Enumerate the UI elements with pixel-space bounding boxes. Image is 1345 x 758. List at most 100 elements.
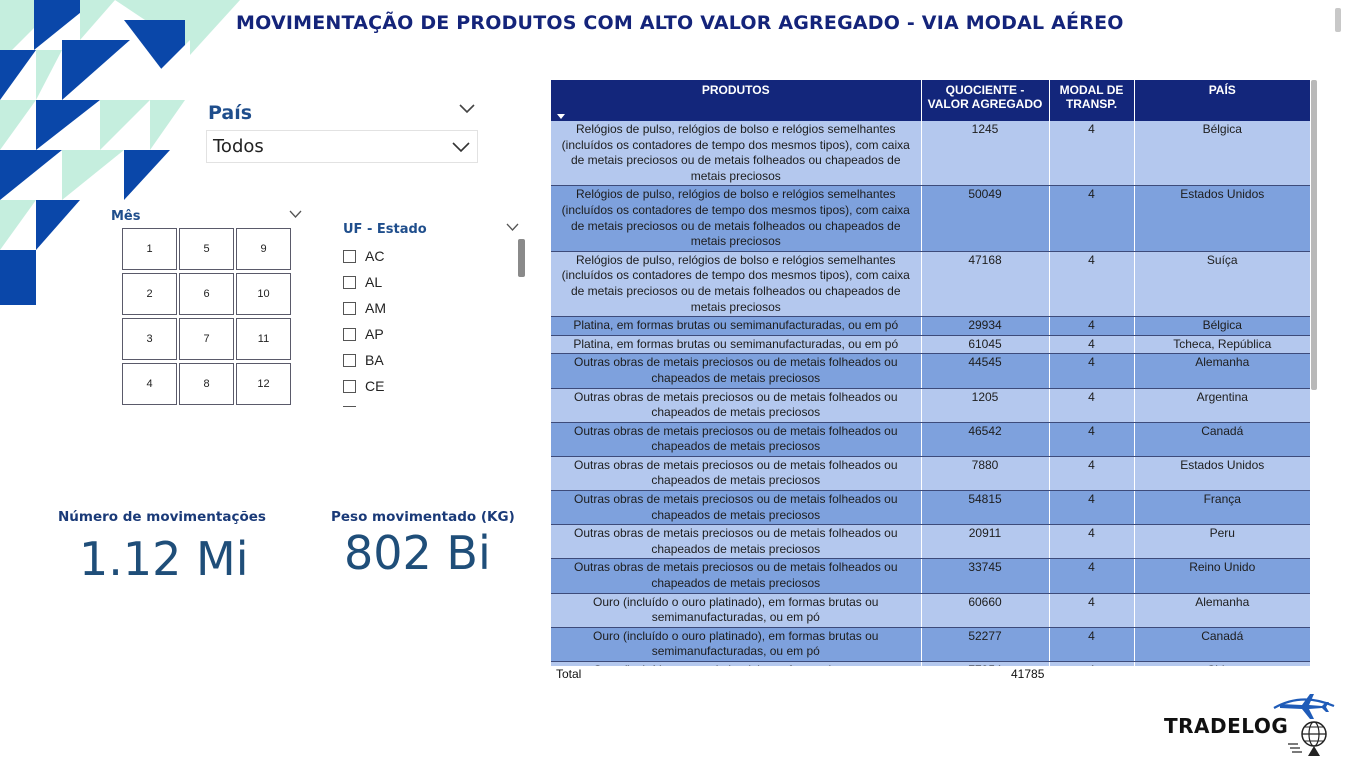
table-row[interactable]: Outras obras de metais preciosos ou de m…: [551, 388, 1310, 423]
table-row[interactable]: Ouro (incluído o ouro platinado), em for…: [551, 627, 1310, 663]
table-row[interactable]: Relógios de pulso, relógios de bolso e r…: [551, 121, 1310, 187]
cell-modal: 4: [1049, 316, 1135, 336]
cell-quociente: 7880: [921, 456, 1050, 492]
uf-option[interactable]: AL: [343, 269, 513, 295]
checkbox[interactable]: [343, 379, 356, 393]
uf-option[interactable]: DF: [343, 399, 513, 407]
uf-option[interactable]: AP: [343, 321, 513, 347]
page-scrollbar[interactable]: [1335, 8, 1341, 32]
table-scrollbar[interactable]: [1311, 80, 1317, 390]
sort-desc-icon[interactable]: [557, 114, 565, 119]
cell-quociente: 44545: [921, 353, 1050, 389]
mes-filter-label: Mês: [111, 209, 141, 224]
chevron-down-icon[interactable]: [289, 209, 302, 219]
cell-quociente: 47168: [921, 251, 1050, 318]
checkbox[interactable]: [343, 275, 356, 289]
mes-button[interactable]: 3: [122, 318, 177, 360]
uf-option[interactable]: AC: [343, 243, 513, 269]
table-row[interactable]: Outras obras de metais preciosos ou de m…: [551, 558, 1310, 594]
cell-pais: Canadá: [1134, 627, 1310, 663]
table-row[interactable]: Outras obras de metais preciosos ou de m…: [551, 353, 1310, 389]
table-row[interactable]: Ouro (incluído o ouro platinado), em for…: [551, 593, 1310, 628]
pais-dropdown[interactable]: Todos: [206, 130, 478, 163]
cell-quociente: 60660: [921, 593, 1050, 628]
table-row[interactable]: Ouro (incluído o ouro platinado), em for…: [551, 661, 1310, 666]
cell-produto: Platina, em formas brutas ou semimanufac…: [551, 335, 922, 355]
mes-button[interactable]: 4: [122, 363, 177, 405]
cell-pais: Bélgica: [1134, 121, 1310, 187]
mes-button[interactable]: 8: [179, 363, 234, 405]
table-total-value: 41785: [1011, 667, 1045, 681]
mes-button[interactable]: 7: [179, 318, 234, 360]
cell-pais: Estados Unidos: [1134, 185, 1310, 252]
table-row[interactable]: Outras obras de metais preciosos ou de m…: [551, 456, 1310, 492]
cell-quociente: 50049: [921, 185, 1050, 252]
table-row[interactable]: Relógios de pulso, relógios de bolso e r…: [551, 185, 1310, 252]
cell-quociente: 54815: [921, 490, 1050, 526]
checkbox[interactable]: [343, 327, 356, 341]
mes-button[interactable]: 12: [236, 363, 291, 405]
cell-produto: Outras obras de metais preciosos ou de m…: [551, 353, 922, 389]
mes-button[interactable]: 9: [236, 228, 291, 270]
cell-quociente: 1205: [921, 388, 1050, 423]
table-row[interactable]: Platina, em formas brutas ou semimanufac…: [551, 335, 1310, 355]
mes-button[interactable]: 1: [122, 228, 177, 270]
uf-option[interactable]: BA: [343, 347, 513, 373]
cell-modal: 4: [1049, 490, 1135, 526]
cell-pais: Tcheca, República: [1134, 335, 1310, 355]
cell-modal: 4: [1049, 456, 1135, 492]
checkbox[interactable]: [343, 405, 356, 407]
chevron-down-icon[interactable]: [506, 222, 519, 232]
column-header-modal[interactable]: MODAL DE TRANSP.: [1049, 80, 1135, 121]
column-header-pais[interactable]: PAÍS: [1134, 80, 1310, 121]
uf-option-label: AL: [365, 274, 383, 290]
cell-produto: Relógios de pulso, relógios de bolso e r…: [551, 185, 922, 252]
column-header-label: PRODUTOS: [701, 83, 770, 97]
uf-filter-label: UF - Estado: [343, 222, 427, 237]
table-row[interactable]: Outras obras de metais preciosos ou de m…: [551, 490, 1310, 526]
cell-pais: Alemanha: [1134, 353, 1310, 389]
chevron-down-icon: [452, 141, 470, 152]
table-row[interactable]: Platina, em formas brutas ou semimanufac…: [551, 316, 1310, 336]
column-header-produtos[interactable]: PRODUTOS: [551, 80, 922, 121]
cell-modal: 4: [1049, 353, 1135, 389]
mes-button[interactable]: 5: [179, 228, 234, 270]
column-header-quociente[interactable]: QUOCIENTE - VALOR AGREGADO: [921, 80, 1050, 121]
mes-button[interactable]: 10: [236, 273, 291, 315]
cell-modal: 4: [1049, 251, 1135, 318]
chevron-down-icon[interactable]: [458, 102, 476, 116]
mes-button[interactable]: 2: [122, 273, 177, 315]
mes-button[interactable]: 11: [236, 318, 291, 360]
cell-produto: Outras obras de metais preciosos ou de m…: [551, 490, 922, 526]
uf-option[interactable]: CE: [343, 373, 513, 399]
cell-quociente: 52277: [921, 627, 1050, 663]
checkbox[interactable]: [343, 353, 356, 367]
cell-modal: 4: [1049, 185, 1135, 252]
cell-pais: Peru: [1134, 524, 1310, 560]
cell-produto: Outras obras de metais preciosos ou de m…: [551, 558, 922, 594]
page-title: MOVIMENTAÇÃO DE PRODUTOS COM ALTO VALOR …: [236, 12, 1124, 34]
table-row[interactable]: Outras obras de metais preciosos ou de m…: [551, 422, 1310, 457]
table-row[interactable]: Outras obras de metais preciosos ou de m…: [551, 524, 1310, 560]
cell-pais: Estados Unidos: [1134, 456, 1310, 492]
cell-produto: Relógios de pulso, relógios de bolso e r…: [551, 251, 922, 318]
cell-pais: China: [1134, 661, 1310, 666]
uf-list-scrollbar[interactable]: [518, 239, 525, 277]
checkbox[interactable]: [343, 301, 356, 315]
checkbox[interactable]: [343, 249, 356, 263]
cell-quociente: 61045: [921, 335, 1050, 355]
cell-pais: Reino Unido: [1134, 558, 1310, 594]
kpi-movimentacoes-value: 1.12 Mi: [79, 532, 249, 586]
kpi-peso-label: Peso movimentado (KG): [331, 509, 515, 525]
cell-produto: Outras obras de metais preciosos ou de m…: [551, 388, 922, 423]
cell-pais: França: [1134, 490, 1310, 526]
cell-pais: Canadá: [1134, 422, 1310, 457]
products-table: PRODUTOS QUOCIENTE - VALOR AGREGADO MODA…: [551, 80, 1310, 666]
airplane-globe-icon: [1273, 694, 1335, 756]
cell-modal: 4: [1049, 335, 1135, 355]
uf-option-label: AM: [365, 300, 386, 316]
uf-option-label: CE: [365, 378, 385, 394]
uf-option[interactable]: AM: [343, 295, 513, 321]
mes-button[interactable]: 6: [179, 273, 234, 315]
table-row[interactable]: Relógios de pulso, relógios de bolso e r…: [551, 251, 1310, 318]
